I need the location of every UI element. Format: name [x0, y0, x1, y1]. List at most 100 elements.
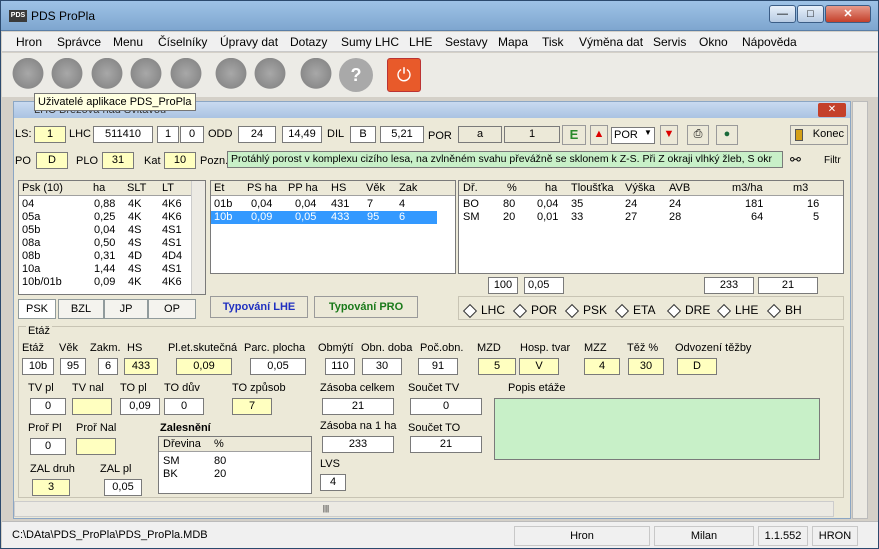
lvs-field[interactable]: 4 [320, 474, 346, 491]
print-icon[interactable]: ⎙ [687, 125, 709, 145]
book-icon[interactable] [299, 58, 333, 92]
col-m3[interactable]: m3 [793, 182, 808, 194]
tab-op[interactable]: OP [148, 299, 196, 319]
dil-value-field[interactable]: 5,21 [380, 126, 424, 143]
col-pp-ha[interactable]: PP ha [288, 182, 318, 194]
filtr-label[interactable]: Filtr [824, 155, 841, 166]
settings-icon[interactable] [169, 58, 203, 92]
scope-eta[interactable]: ETA [614, 303, 655, 318]
table-row[interactable]: 01b 0,04 0,04 431 7 4 [211, 198, 455, 211]
field-2[interactable]: 0 [180, 126, 204, 143]
tez-field[interactable]: 30 [628, 358, 664, 375]
minimize-button[interactable]: — [769, 5, 796, 23]
chevron-down-icon[interactable]: ▼ [644, 128, 652, 137]
table-row[interactable]: 10b/01b 0,09 4K 4K6 [19, 276, 205, 289]
menu-spravce[interactable]: Správce [57, 35, 101, 49]
col-tloustka[interactable]: Tloušťka [571, 182, 614, 194]
col-lt[interactable]: LT [162, 182, 174, 194]
lhc-field[interactable]: 511410 [93, 126, 153, 143]
tab-psk[interactable]: PSK [18, 299, 56, 319]
table-row[interactable]: SM 20 0,01 33 27 28 64 5 [459, 211, 843, 224]
table-row[interactable]: 08a 0,50 4S 4S1 [19, 237, 205, 250]
typovani-lhe-button[interactable]: Typování LHE [210, 296, 308, 318]
konec-button[interactable]: Konec [790, 125, 848, 145]
po-field[interactable]: D [36, 152, 68, 169]
col-ha[interactable]: ha [93, 182, 105, 194]
pocobn-field[interactable]: 91 [418, 358, 458, 375]
close-button[interactable]: ✕ [825, 5, 871, 23]
table-row[interactable]: 05b 0,04 4S 4S1 [19, 224, 205, 237]
col-psk[interactable]: Psk (10) [22, 182, 63, 194]
col-m3ha[interactable]: m3/ha [732, 182, 763, 194]
menu-lhe[interactable]: LHE [409, 35, 432, 49]
col-pct[interactable]: % [507, 182, 517, 194]
menu-vymena-dat[interactable]: Výměna dat [579, 35, 643, 49]
tab-bzl[interactable]: BZL [58, 299, 104, 319]
zal-druh-field[interactable]: 3 [32, 479, 70, 496]
users-icon[interactable] [11, 58, 45, 92]
chat-icon[interactable] [90, 58, 124, 92]
menu-servis[interactable]: Servis [653, 35, 686, 49]
scope-bh[interactable]: BH [766, 303, 802, 318]
scope-por[interactable]: POR [512, 303, 557, 318]
table-row-selected[interactable]: 10b 0,09 0,05 433 95 6 [211, 211, 437, 224]
por-field[interactable]: a [458, 126, 502, 143]
menu-ciselniky[interactable]: Číselníky [158, 35, 207, 49]
down-arrow-icon[interactable]: ▼ [660, 125, 678, 145]
tab-jp[interactable]: JP [104, 299, 148, 319]
table-row[interactable]: 04 0,88 4K 4K6 [19, 198, 205, 211]
main-vscrollbar[interactable] [852, 101, 868, 519]
col-zak[interactable]: Zak [399, 182, 417, 194]
scope-lhc[interactable]: LHC [462, 303, 505, 318]
hs-field[interactable]: 433 [124, 358, 158, 375]
menu-napoveda[interactable]: Nápověda [742, 35, 797, 49]
col-vyska[interactable]: Výška [625, 182, 655, 194]
zal-pl-field[interactable]: 0,05 [104, 479, 142, 496]
globe-nav-icon[interactable]: ● [716, 125, 738, 145]
ls-field[interactable]: 1 [34, 126, 66, 143]
menu-sumy-lhc[interactable]: Sumy LHC [341, 35, 399, 49]
group-icon[interactable] [129, 58, 163, 92]
scope-lhe[interactable]: LHE [716, 303, 758, 318]
power-icon[interactable]: ⏻ [387, 58, 421, 92]
col-vek[interactable]: Věk [366, 182, 385, 194]
etaz-field[interactable]: 10b [22, 358, 54, 375]
scope-psk[interactable]: PSK [564, 303, 607, 318]
dil-field[interactable]: B [350, 126, 376, 143]
col-pct[interactable]: % [214, 438, 224, 450]
mzd-field[interactable]: 5 [478, 358, 516, 375]
menu-tisk[interactable]: Tisk [542, 35, 564, 49]
menu-mapa[interactable]: Mapa [498, 35, 528, 49]
obn-field[interactable]: 30 [362, 358, 402, 375]
odd-field[interactable]: 24 [238, 126, 276, 143]
pozn-field[interactable]: Protáhlý porost v komplexu cizího lesa, … [227, 151, 783, 168]
plet-field[interactable]: 0,09 [176, 358, 232, 375]
table-row[interactable]: BO 80 0,04 35 24 24 181 16 [459, 198, 843, 211]
parc-field[interactable]: 0,05 [250, 358, 306, 375]
odv-field[interactable]: D [677, 358, 717, 375]
zakm-field[interactable]: 6 [98, 358, 118, 375]
kat-field[interactable]: 10 [164, 152, 196, 169]
col-drevina[interactable]: Dřevina [163, 438, 201, 450]
child-close-button[interactable]: ✕ [818, 103, 846, 117]
prof-pl-field[interactable]: 0 [30, 438, 66, 455]
menu-hron[interactable]: Hron [16, 35, 42, 49]
col-avb[interactable]: AVB [669, 182, 690, 194]
scope-dre[interactable]: DRE [666, 303, 710, 318]
vek-field[interactable]: 95 [60, 358, 86, 375]
e-button[interactable]: E [562, 125, 586, 145]
search-icon[interactable] [253, 58, 287, 92]
up-arrow-icon[interactable]: ▲ [590, 125, 608, 145]
plo-field[interactable]: 31 [102, 152, 134, 169]
menu-menu[interactable]: Menu [113, 35, 143, 49]
table-row[interactable]: SM 80 [159, 455, 311, 468]
person-icon[interactable] [50, 58, 84, 92]
to-duv-field[interactable]: 0 [164, 398, 204, 415]
col-ha[interactable]: ha [545, 182, 557, 194]
to-pl-field[interactable]: 0,09 [120, 398, 160, 415]
col-ps-ha[interactable]: PS ha [247, 182, 277, 194]
scroll-grip[interactable]: ||| [315, 504, 337, 513]
menu-upravy-dat[interactable]: Úpravy dat [220, 35, 278, 49]
col-hs[interactable]: HS [331, 182, 346, 194]
psk-scrollbar[interactable] [191, 181, 205, 294]
